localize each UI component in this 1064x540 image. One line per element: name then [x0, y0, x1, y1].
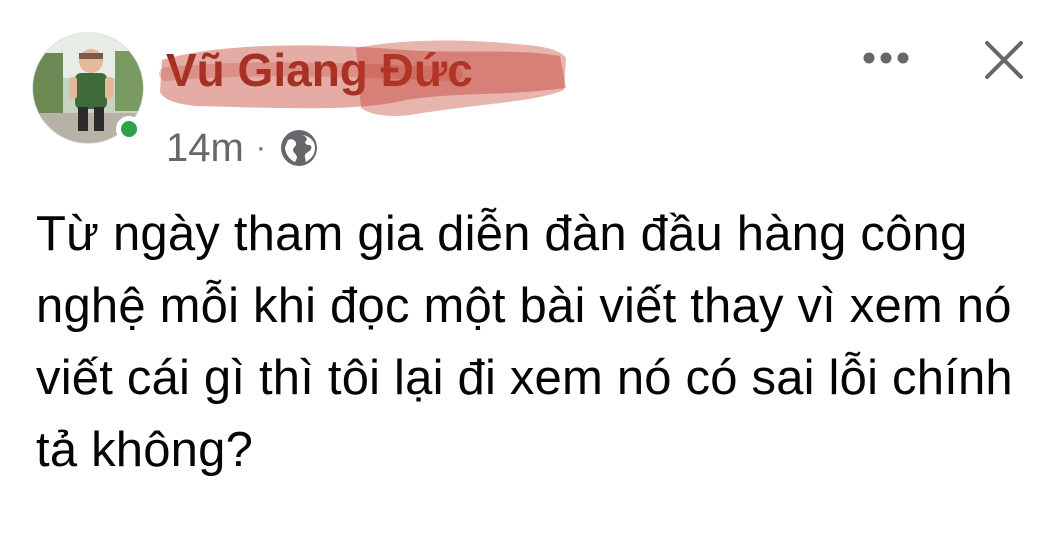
post-text: Từ ngày tham gia diễn đàn đầu hàng công …: [36, 207, 1013, 477]
meta-separator: ·: [255, 131, 266, 164]
avatar[interactable]: [32, 32, 144, 144]
online-status-dot: [116, 116, 142, 142]
post-time[interactable]: 14m: [166, 126, 244, 171]
globe-icon[interactable]: [278, 127, 320, 169]
post-meta: 14m ·: [166, 124, 320, 172]
more-horizontal-icon: [862, 51, 910, 70]
close-icon: [983, 39, 1025, 86]
more-options-button[interactable]: [858, 42, 914, 78]
author-name[interactable]: Vũ Giang Đức: [166, 42, 473, 98]
post-card: Vũ Giang Đức 14m · Từ ngày tham gia diễn…: [0, 0, 1064, 540]
close-button[interactable]: [978, 36, 1030, 88]
